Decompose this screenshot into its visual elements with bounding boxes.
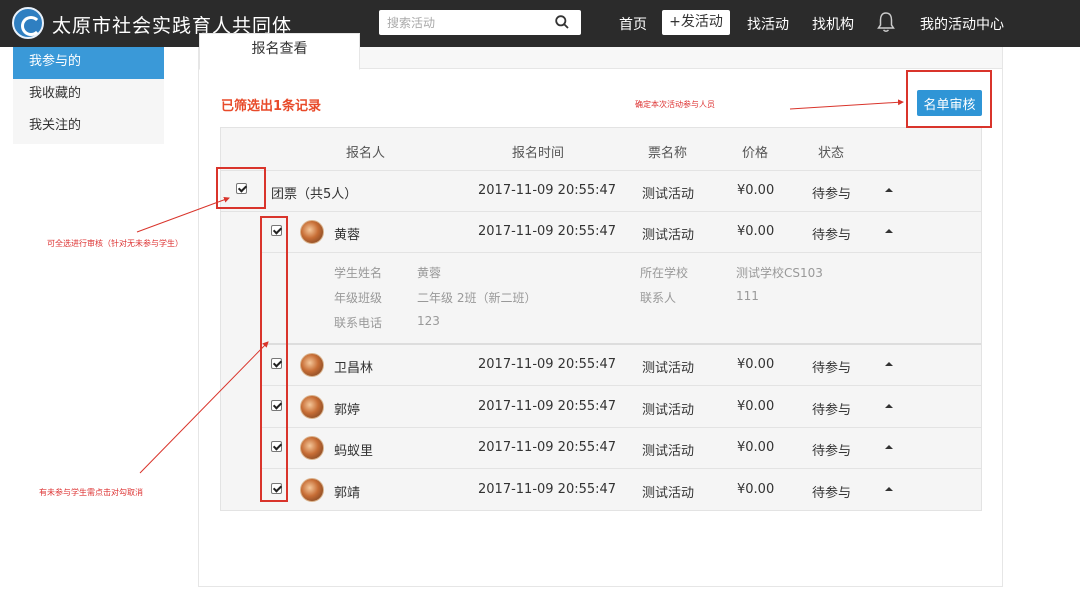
member-time: 2017-11-09 20:55:47 — [478, 357, 617, 372]
top-nav: 太原市社会实践育人共同体 首页 +发活动 找活动 找机构 我的活动中心 — [0, 0, 1080, 47]
member-price: ¥0.00 — [737, 357, 775, 372]
table-row: 卫昌林 2017-11-09 20:55:47 测试活动 ¥0.00 待参与 — [262, 345, 981, 386]
member-name: 黄蓉 — [334, 228, 361, 243]
detail-student-name: 黄蓉 — [417, 266, 442, 280]
member-ticket: 测试活动 — [642, 486, 695, 501]
member-name: 卫昌林 — [334, 361, 374, 376]
member-status: 待参与 — [812, 444, 852, 459]
sidebar-item-following[interactable]: 我关注的 — [13, 111, 164, 143]
group-status: 待参与 — [812, 187, 852, 202]
member-status: 待参与 — [812, 228, 852, 243]
member-price: ¥0.00 — [737, 482, 775, 497]
member-name: 郭靖 — [334, 486, 361, 501]
site-logo-icon[interactable] — [12, 7, 44, 39]
table-header: 报名人 报名时间 票名称 价格 状态 — [221, 128, 981, 171]
table-row: 蚂蚁里 2017-11-09 20:55:47 测试活动 ¥0.00 待参与 — [262, 428, 981, 469]
member-status: 待参与 — [812, 361, 852, 376]
annotation-confirm-note: 确定本次活动参与人员 — [635, 100, 715, 109]
collapse-caret-icon[interactable] — [885, 188, 893, 192]
annotation-uncheck-note: 有未参与学生需点击对勾取消 — [39, 488, 143, 497]
search-icon[interactable] — [555, 15, 569, 29]
table-row: 郭婷 2017-11-09 20:55:47 测试活动 ¥0.00 待参与 — [262, 387, 981, 428]
highlight-group-checkbox — [216, 167, 266, 209]
collapse-caret-icon[interactable] — [885, 487, 893, 491]
sidebar: 我参与的 我收藏的 我关注的 — [13, 47, 164, 144]
member-status: 待参与 — [812, 403, 852, 418]
group-row: 团票（共5人） 2017-11-09 20:55:47 测试活动 ¥0.00 待… — [221, 171, 981, 212]
group-price: ¥0.00 — [737, 183, 775, 198]
avatar — [300, 395, 324, 419]
highlight-member-checkboxes — [260, 216, 288, 502]
col-registrant: 报名人 — [346, 146, 386, 161]
search-input[interactable] — [379, 10, 549, 35]
detail-school: 测试学校CS103 — [736, 266, 823, 280]
member-ticket: 测试活动 — [642, 444, 695, 459]
detail-phone-label: 联系电话 — [334, 316, 383, 330]
member-detail: 学生姓名 黄蓉 所在学校 测试学校CS103 年级班级 二年级 2班（新二班） … — [262, 252, 981, 345]
col-price: 价格 — [742, 146, 769, 161]
avatar — [300, 220, 324, 244]
collapse-caret-icon[interactable] — [885, 362, 893, 366]
nav-my-center[interactable]: 我的活动中心 — [920, 14, 1004, 34]
col-time: 报名时间 — [512, 146, 565, 161]
member-ticket: 测试活动 — [642, 228, 695, 243]
detail-school-label: 所在学校 — [640, 266, 689, 280]
collapse-caret-icon[interactable] — [885, 229, 893, 233]
table-row: 黄蓉 2017-11-09 20:55:47 测试活动 ¥0.00 待参与 — [262, 212, 981, 253]
highlight-review-button — [906, 70, 992, 128]
nav-home[interactable]: 首页 — [619, 14, 647, 34]
member-name: 蚂蚁里 — [334, 444, 374, 459]
search-box — [379, 10, 581, 35]
avatar — [300, 353, 324, 377]
member-name: 郭婷 — [334, 403, 361, 418]
group-time: 2017-11-09 20:55:47 — [478, 183, 617, 198]
group-name: 团票（共5人） — [271, 187, 358, 202]
detail-contact: 111 — [736, 289, 759, 303]
col-status: 状态 — [818, 146, 845, 161]
member-ticket: 测试活动 — [642, 403, 695, 418]
bell-icon[interactable] — [876, 11, 896, 33]
registration-table: 报名人 报名时间 票名称 价格 状态 团票（共5人） 2017-11-09 20… — [220, 127, 982, 511]
sidebar-item-favorites[interactable]: 我收藏的 — [13, 79, 164, 111]
record-count: 已筛选出1条记录 — [221, 99, 322, 114]
table-row: 郭靖 2017-11-09 20:55:47 测试活动 ¥0.00 待参与 — [262, 470, 981, 511]
member-time: 2017-11-09 20:55:47 — [478, 224, 617, 239]
col-ticket: 票名称 — [648, 146, 688, 161]
tab-registration-view[interactable]: 报名查看 — [199, 33, 360, 70]
member-time: 2017-11-09 20:55:47 — [478, 399, 617, 414]
member-time: 2017-11-09 20:55:47 — [478, 482, 617, 497]
detail-grade-label: 年级班级 — [334, 291, 383, 305]
nav-find-activity[interactable]: 找活动 — [747, 14, 789, 34]
member-price: ¥0.00 — [737, 399, 775, 414]
post-activity-button[interactable]: +发活动 — [662, 10, 730, 35]
member-status: 待参与 — [812, 486, 852, 501]
main-panel: 报名查看 已筛选出1条记录 确定本次活动参与人员 名单审核 报名人 报名时间 票… — [198, 33, 1003, 587]
detail-student-name-label: 学生姓名 — [334, 266, 383, 280]
member-price: ¥0.00 — [737, 224, 775, 239]
member-ticket: 测试活动 — [642, 361, 695, 376]
sidebar-item-participated[interactable]: 我参与的 — [13, 47, 164, 79]
annotation-select-all-note: 可全选进行审核（针对无未参与学生） — [47, 239, 183, 248]
collapse-caret-icon[interactable] — [885, 445, 893, 449]
detail-phone: 123 — [417, 314, 440, 328]
member-time: 2017-11-09 20:55:47 — [478, 440, 617, 455]
nav-find-org[interactable]: 找机构 — [812, 14, 854, 34]
avatar — [300, 478, 324, 502]
avatar — [300, 436, 324, 460]
member-price: ¥0.00 — [737, 440, 775, 455]
collapse-caret-icon[interactable] — [885, 404, 893, 408]
group-ticket: 测试活动 — [642, 187, 695, 202]
detail-contact-label: 联系人 — [640, 291, 677, 305]
detail-grade: 二年级 2班（新二班） — [417, 291, 537, 305]
